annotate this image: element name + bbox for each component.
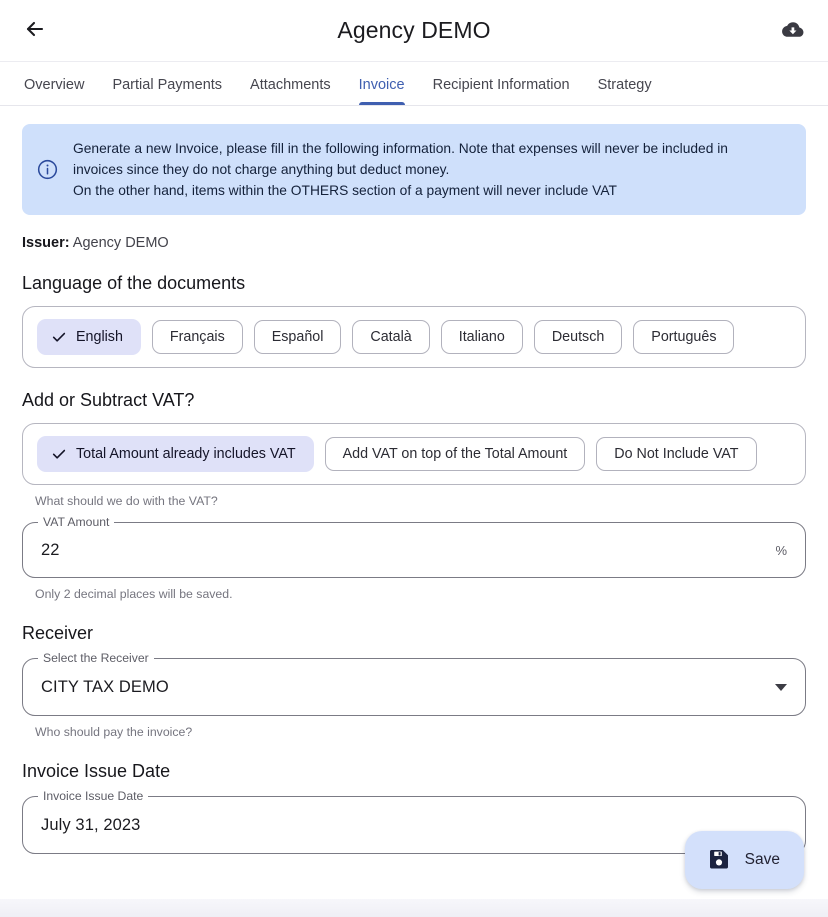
save-button[interactable]: Save xyxy=(685,831,804,889)
vat-chip-add-on-top[interactable]: Add VAT on top of the Total Amount xyxy=(325,437,586,471)
receiver-section-title: Receiver xyxy=(22,623,806,644)
info-banner-line-1: Generate a new Invoice, please fill in t… xyxy=(73,138,728,159)
vat-chip-do-not-include[interactable]: Do Not Include VAT xyxy=(596,437,756,471)
language-chip-english[interactable]: English xyxy=(37,319,141,355)
language-chip-portugues[interactable]: Português xyxy=(633,320,734,354)
tab-recipient-information[interactable]: Recipient Information xyxy=(419,77,584,105)
chip-label: Español xyxy=(272,330,324,344)
cloud-download-icon xyxy=(780,17,805,45)
save-button-label: Save xyxy=(745,851,780,869)
language-chip-catala[interactable]: Català xyxy=(352,320,429,354)
vat-amount-field[interactable]: VAT Amount 22 % xyxy=(22,522,806,578)
check-icon xyxy=(51,329,67,345)
language-section-title: Language of the documents xyxy=(22,273,806,294)
chip-label: Do Not Include VAT xyxy=(614,447,738,461)
vat-amount-label: VAT Amount xyxy=(38,515,114,530)
chip-label: Português xyxy=(651,330,716,344)
chip-label: Deutsch xyxy=(552,330,604,344)
invoice-issue-date-label: Invoice Issue Date xyxy=(38,789,148,804)
chip-label: English xyxy=(76,330,123,344)
language-chip-group: English Français Español Català Italiano… xyxy=(22,306,806,368)
receiver-select[interactable]: Select the Receiver CITY TAX DEMO xyxy=(22,658,806,716)
chip-label: Italiano xyxy=(459,330,505,344)
vat-chip-group: Total Amount already includes VAT Add VA… xyxy=(22,423,806,485)
info-icon xyxy=(36,158,59,181)
back-button[interactable] xyxy=(18,14,52,48)
chip-label: Français xyxy=(170,330,225,344)
save-floppy-icon xyxy=(707,847,731,874)
receiver-select-value: CITY TAX DEMO xyxy=(41,678,775,697)
tab-partial-payments[interactable]: Partial Payments xyxy=(98,77,236,105)
page-title: Agency DEMO xyxy=(0,17,828,44)
language-chip-deutsch[interactable]: Deutsch xyxy=(534,320,622,354)
app-bar: Agency DEMO xyxy=(0,0,828,62)
chip-label: Català xyxy=(370,330,411,344)
vat-amount-helper-text: Only 2 decimal places will be saved. xyxy=(35,587,806,601)
tab-invoice[interactable]: Invoice xyxy=(345,77,419,105)
download-button[interactable] xyxy=(774,13,810,49)
check-icon xyxy=(51,446,67,462)
tab-strategy[interactable]: Strategy xyxy=(584,77,666,105)
bottom-bar xyxy=(0,899,828,917)
arrow-left-icon xyxy=(23,17,47,44)
vat-chip-includes-vat[interactable]: Total Amount already includes VAT xyxy=(37,436,314,472)
percent-suffix: % xyxy=(775,543,787,558)
language-chip-italiano[interactable]: Italiano xyxy=(441,320,523,354)
info-banner-text: Generate a new Invoice, please fill in t… xyxy=(73,138,728,201)
app-bar-actions xyxy=(774,13,810,49)
info-banner: Generate a new Invoice, please fill in t… xyxy=(22,124,806,215)
issuer-value: Agency DEMO xyxy=(73,235,169,251)
invoice-form: Generate a new Invoice, please fill in t… xyxy=(0,124,828,854)
tab-attachments[interactable]: Attachments xyxy=(236,77,345,105)
receiver-select-label: Select the Receiver xyxy=(38,651,154,666)
vat-group-helper-text: What should we do with the VAT? xyxy=(35,494,806,508)
info-banner-line-2: invoices since they do not charge anythi… xyxy=(73,159,728,180)
tab-overview[interactable]: Overview xyxy=(10,77,98,105)
issuer-row: Issuer: Agency DEMO xyxy=(22,235,806,251)
language-chip-francais[interactable]: Français xyxy=(152,320,243,354)
date-section-title: Invoice Issue Date xyxy=(22,761,806,782)
chip-label: Add VAT on top of the Total Amount xyxy=(343,447,568,461)
issuer-label: Issuer: xyxy=(22,235,70,251)
vat-section-title: Add or Subtract VAT? xyxy=(22,390,806,411)
language-chip-espanol[interactable]: Español xyxy=(254,320,342,354)
receiver-helper-text: Who should pay the invoice? xyxy=(35,725,806,739)
vat-amount-value[interactable]: 22 xyxy=(41,541,775,560)
tab-bar: Overview Partial Payments Attachments In… xyxy=(0,62,828,106)
invoice-issue-date-value[interactable]: July 31, 2023 xyxy=(41,816,787,835)
info-banner-line-3: On the other hand, items within the OTHE… xyxy=(73,180,728,201)
chip-label: Total Amount already includes VAT xyxy=(76,447,296,461)
chevron-down-icon[interactable] xyxy=(775,684,787,691)
